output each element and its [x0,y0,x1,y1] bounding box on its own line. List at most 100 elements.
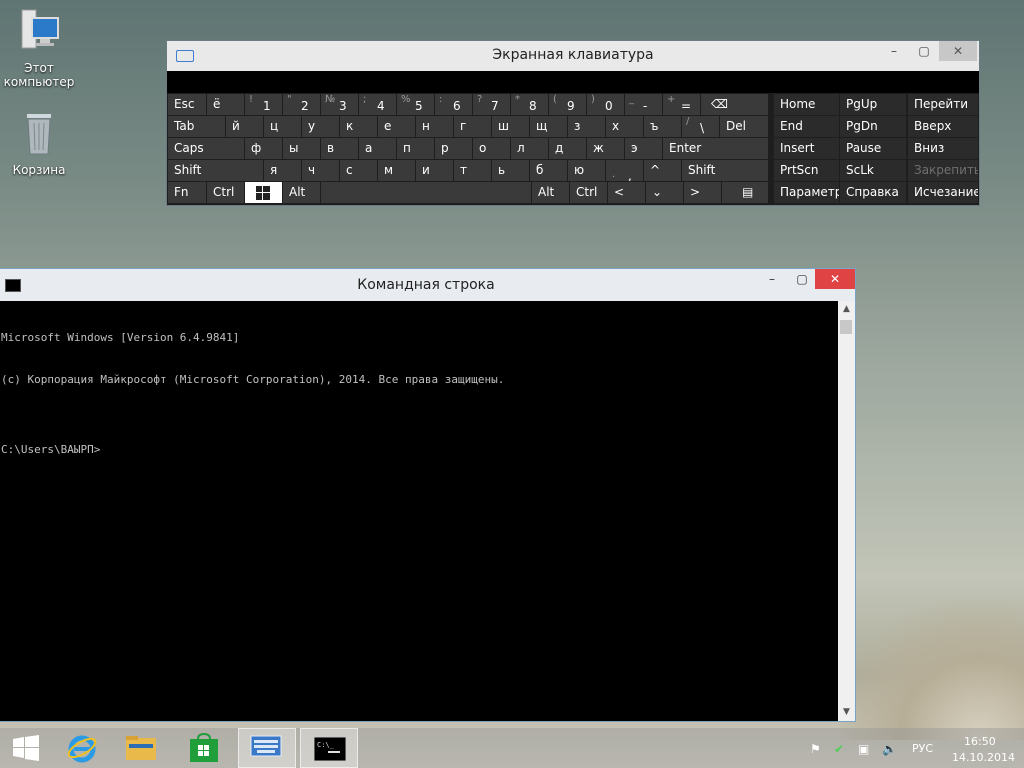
key-letter[interactable]: о [473,138,510,159]
taskbar-store[interactable] [174,728,232,768]
key-letter[interactable]: с [340,160,377,181]
close-button[interactable]: ✕ [815,269,855,289]
key-backspace[interactable]: ⌫ [701,94,768,115]
key-7[interactable]: ? 7 [473,94,510,115]
key-help[interactable]: Справка [840,182,906,203]
key-arrow-up[interactable]: ^ [644,160,681,181]
key-letter[interactable]: ч [302,160,339,181]
key-equals[interactable]: + = [663,94,700,115]
key-insert[interactable]: Insert [774,138,839,159]
key-letter[interactable]: в [321,138,358,159]
key-tab[interactable]: Tab [168,116,225,137]
key-pgup[interactable]: PgUp [840,94,906,115]
key-letter[interactable]: б [530,160,567,181]
key-letter[interactable]: щ [530,116,567,137]
key-alt-left[interactable]: Alt [283,182,320,203]
key-space[interactable] [321,182,531,203]
key-letter[interactable]: а [359,138,396,159]
key-shift-right[interactable]: Shift [682,160,768,181]
security-icon[interactable]: ✔ [834,742,844,756]
scroll-up-icon[interactable]: ▲ [838,301,855,318]
key-move-up[interactable]: Вверх [908,116,978,137]
key-letter[interactable]: ь [492,160,529,181]
key-letter[interactable]: х [606,116,643,137]
key-letter[interactable]: н [416,116,453,137]
key-6[interactable]: :6 [435,94,472,115]
key-letter[interactable]: ы [283,138,320,159]
clock-time[interactable]: 16:50 [964,735,996,748]
key-letter[interactable]: ц [264,116,301,137]
key-letter[interactable]: у [302,116,339,137]
key-esc[interactable]: Esc [168,94,206,115]
key-letter[interactable]: ф [245,138,282,159]
console-output[interactable]: Microsoft Windows [Version 6.4.9841] (c)… [1,303,831,485]
key-letter[interactable]: и [416,160,453,181]
scroll-down-icon[interactable]: ▼ [838,704,855,721]
key-letter[interactable]: ю [568,160,605,181]
volume-icon[interactable]: 🔈 [882,742,897,756]
key-caps[interactable]: Caps [168,138,244,159]
key-goto[interactable]: Перейти [908,94,978,115]
key-ctrl-right[interactable]: Ctrl [570,182,607,203]
minimize-button[interactable]: – [757,269,787,289]
key-pause[interactable]: Pause [840,138,906,159]
scroll-thumb[interactable] [840,320,852,334]
key-letter[interactable]: ш [492,116,529,137]
vertical-scrollbar[interactable]: ▲ ▼ [838,301,855,721]
key-letter[interactable]: ъ [644,116,681,137]
key-del[interactable]: Del [720,116,768,137]
key-options[interactable]: Параметры [774,182,839,203]
key-letter[interactable]: р [435,138,472,159]
clock-date[interactable]: 14.10.2014 [952,751,1015,764]
key-fn[interactable]: Fn [168,182,206,203]
key-period-comma[interactable]: ., [606,160,643,181]
language-indicator[interactable]: РУС [912,742,933,755]
key-letter[interactable]: т [454,160,491,181]
key-letter[interactable]: п [397,138,434,159]
key-2[interactable]: " 2 [283,94,320,115]
key-ctrl-left[interactable]: Ctrl [207,182,244,203]
key-8[interactable]: * 8 [511,94,548,115]
key-home[interactable]: Home [774,94,839,115]
key-3[interactable]: № 3 [321,94,358,115]
desktop-icon-this-pc[interactable]: Этот компьютер [0,8,78,89]
key-4[interactable]: ; 4 [359,94,396,115]
key-letter[interactable]: к [340,116,377,137]
key-minus[interactable]: _ - [625,94,662,115]
key-letter[interactable]: е [378,116,415,137]
key-letter[interactable]: л [511,138,548,159]
key-letter[interactable]: э [625,138,662,159]
key-arrow-right[interactable]: > [684,182,721,203]
maximize-button[interactable]: ▢ [909,41,939,61]
taskbar-explorer[interactable] [112,728,170,768]
key-move-down[interactable]: Вниз [908,138,978,159]
close-button[interactable]: ✕ [939,41,977,61]
network-icon[interactable]: ▣ [858,742,869,756]
key-letter[interactable]: г [454,116,491,137]
key-letter[interactable]: й [226,116,263,137]
key-letter[interactable]: м [378,160,415,181]
key-yo[interactable]: ё [207,94,244,115]
key-letter[interactable]: ж [587,138,624,159]
key-arrow-down[interactable]: ⌄ [646,182,683,203]
taskbar-osk[interactable] [238,728,296,768]
key-shift-left[interactable]: Shift [168,160,263,181]
key-prtscn[interactable]: PrtScn [774,160,839,181]
desktop-icon-recycle-bin[interactable]: Корзина [0,110,78,177]
key-5[interactable]: % 5 [397,94,434,115]
key-sclk[interactable]: ScLk [840,160,906,181]
key-enter[interactable]: Enter [663,138,768,159]
key-windows[interactable] [245,182,282,203]
cmd-titlebar[interactable]: Командная строка – ▢ ✕ [0,269,855,301]
key-1[interactable]: ! 1 [245,94,282,115]
key-alt-right[interactable]: Alt [532,182,569,203]
key-fade[interactable]: Исчезание [908,182,978,203]
taskbar-cmd[interactable]: C:\_ [300,728,358,768]
key-pgdn[interactable]: PgDn [840,116,906,137]
key-arrow-left[interactable]: < [608,182,645,203]
osk-titlebar[interactable]: Экранная клавиатура – ▢ ✕ [167,41,979,71]
flag-icon[interactable]: ⚑ [810,742,821,756]
maximize-button[interactable]: ▢ [787,269,817,289]
key-letter[interactable]: з [568,116,605,137]
key-menu[interactable]: ▤ [722,182,768,203]
